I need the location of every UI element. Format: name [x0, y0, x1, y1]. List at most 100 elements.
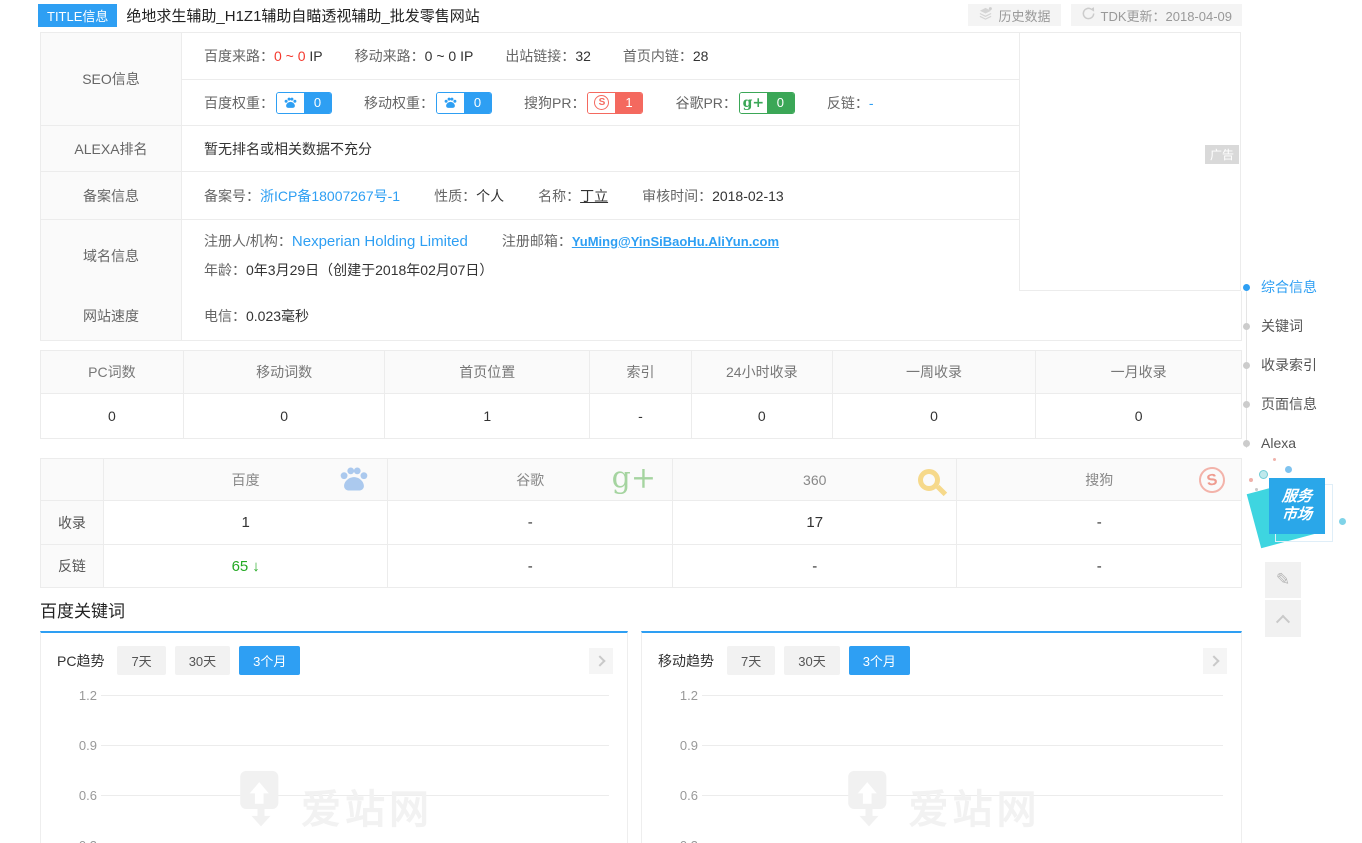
- stats-header: 首页位置: [385, 351, 590, 393]
- info-table: SEO信息 百度来路：0 ~ 0 IP 移动来路：0 ~ 0 IP 出站链接：3…: [40, 32, 1020, 291]
- include-sogou: -: [957, 501, 1241, 544]
- nav-item-label: Alexa: [1261, 435, 1296, 451]
- stats-value: 0: [692, 394, 833, 438]
- engines-table: 百度 谷歌 g+ 360 搜狗 S 收录 1 - 17 -: [40, 458, 1242, 588]
- registrant-label: 注册人/机构：: [204, 231, 292, 251]
- trend-charts-section: PC趋势 7天 30天 3个月 1.2 0.9 0.6 0.3 爱站网 移动趋势…: [40, 631, 1242, 843]
- engine-name: 谷歌: [516, 470, 544, 490]
- y-tick-label: 0.3: [672, 838, 698, 843]
- ad-tag: 广告: [1205, 145, 1239, 164]
- include-baidu: 1: [104, 501, 389, 544]
- pc-panel-next-button[interactable]: [589, 648, 613, 674]
- refresh-icon: [1081, 6, 1096, 24]
- nav-item-overview[interactable]: 综合信息: [1243, 276, 1317, 298]
- sogou-pr-badge[interactable]: S 1: [587, 92, 643, 114]
- mobile-tab-3m[interactable]: 3个月: [849, 646, 910, 675]
- icp-name-link[interactable]: 丁立: [580, 186, 608, 206]
- nav-item-index[interactable]: 收录索引: [1243, 354, 1317, 376]
- backlink-google: -: [388, 545, 673, 587]
- sogou-icon: S: [1197, 465, 1226, 494]
- stats-header: PC词数: [41, 351, 184, 393]
- tdk-update-button[interactable]: TDK更新：2018-04-09: [1071, 4, 1243, 26]
- mobile-tab-30d[interactable]: 30天: [784, 646, 839, 675]
- bullet-icon: [1243, 362, 1250, 369]
- backlink-baidu: 65 ↓: [104, 545, 389, 587]
- engine-header-360: 360: [673, 459, 958, 500]
- icp-row: 备案信息 备案号：浙ICP备18007267号-1 性质：个人 名称：丁立 审核…: [41, 172, 1019, 220]
- age-value: 0年3月29日（创建于2018年02月07日）: [246, 260, 493, 280]
- bullet-icon: [1243, 284, 1250, 291]
- baidu-paw-icon: [337, 461, 371, 498]
- nav-item-label: 综合信息: [1261, 277, 1317, 297]
- pc-trend-title: PC趋势: [57, 651, 104, 671]
- stats-value: 0: [833, 394, 1037, 438]
- aizhan-logo-icon: [235, 765, 287, 832]
- icp-label: 备案信息: [41, 172, 182, 219]
- stats-header-row: PC词数 移动词数 首页位置 索引 24小时收录 一周收录 一月收录: [41, 351, 1241, 394]
- ad-placeholder: 广告: [1019, 32, 1241, 291]
- seo-weight-subrow: 百度权重： 0 移动权重： 0 搜狗PR：: [182, 79, 1019, 125]
- pc-trend-panel: PC趋势 7天 30天 3个月 1.2 0.9 0.6 0.3 爱站网: [40, 631, 628, 843]
- y-tick-label: 0.9: [672, 738, 698, 753]
- bullet-icon: [1243, 440, 1250, 447]
- header-actions: 历史数据 TDK更新：2018-04-09: [968, 4, 1242, 26]
- pc-tab-7d[interactable]: 7天: [117, 646, 165, 675]
- service-badge-front-square: 服务 市场: [1269, 478, 1325, 534]
- google-plus-icon: g+: [612, 460, 656, 495]
- watermark-text: 爱站网: [909, 777, 1041, 835]
- y-tick-label: 1.2: [672, 688, 698, 703]
- engine-name: 360: [803, 472, 826, 488]
- pc-tab-3m[interactable]: 3个月: [239, 646, 300, 675]
- mobile-weight-label: 移动权重：: [364, 93, 434, 113]
- back-to-top-button[interactable]: [1265, 600, 1301, 637]
- stats-value: 0: [1036, 394, 1241, 438]
- include-row-label: 收录: [41, 501, 104, 544]
- baidu-paw-icon: [277, 93, 304, 113]
- baidu-keywords-heading: 百度关键词: [40, 597, 125, 622]
- backlink-sogou: -: [957, 545, 1241, 587]
- pc-tab-30d[interactable]: 30天: [175, 646, 230, 675]
- baidu-traffic-label: 百度来路：: [204, 46, 274, 66]
- baidu-weight-badge[interactable]: 0: [276, 92, 332, 114]
- registrant-link[interactable]: Nexperian Holding Limited: [292, 233, 468, 250]
- nav-item-keywords[interactable]: 关键词: [1243, 315, 1317, 337]
- alexa-value: 暂无排名或相关数据不充分: [182, 126, 1019, 171]
- icp-audit-value: 2018-02-13: [712, 188, 784, 204]
- seo-info-label: SEO信息: [41, 33, 182, 125]
- 360-search-icon-handle: [936, 485, 947, 496]
- seo-traffic-subrow: 百度来路：0 ~ 0 IP 移动来路：0 ~ 0 IP 出站链接：32 首页内链…: [182, 33, 1019, 79]
- mobile-weight-badge[interactable]: 0: [436, 92, 492, 114]
- nav-item-alexa[interactable]: Alexa: [1243, 432, 1317, 454]
- include-360: 17: [673, 501, 958, 544]
- y-tick-label: 1.2: [71, 688, 97, 703]
- stats-value: -: [590, 394, 692, 438]
- mobile-trend-title: 移动趋势: [658, 651, 714, 671]
- engines-include-row: 收录 1 - 17 -: [41, 501, 1241, 544]
- stats-value-row: 0 0 1 - 0 0 0: [41, 394, 1241, 438]
- engines-header-row: 百度 谷歌 g+ 360 搜狗 S: [41, 459, 1241, 501]
- engines-corner-cell: [41, 459, 104, 500]
- domain-row: 域名信息 注册人/机构：Nexperian Holding Limited 注册…: [41, 220, 1019, 291]
- chevron-right-icon: [594, 655, 605, 666]
- service-badge-text-line1: 服务: [1281, 488, 1313, 506]
- watermark: 爱站网: [642, 765, 1241, 835]
- icp-number-link[interactable]: 浙ICP备18007267号-1: [260, 186, 400, 206]
- mobile-panel-next-button[interactable]: [1203, 648, 1227, 674]
- google-pr-badge[interactable]: g+ 0: [739, 92, 795, 114]
- chevron-up-icon: [1276, 614, 1290, 628]
- service-market-badge[interactable]: 服务 市场: [1245, 452, 1355, 557]
- decor-dot: [1285, 466, 1292, 473]
- mobile-paw-icon: [437, 93, 464, 113]
- decor-dot: [1273, 458, 1276, 461]
- baidu-traffic-value: 0 ~ 0: [274, 48, 306, 64]
- backlink-value: -: [869, 95, 874, 111]
- title-badge: TITLE信息: [38, 4, 117, 27]
- history-data-button[interactable]: 历史数据: [968, 4, 1060, 26]
- mobile-tab-7d[interactable]: 7天: [727, 646, 775, 675]
- nav-item-label: 收录索引: [1261, 355, 1317, 375]
- stats-header: 24小时收录: [692, 351, 833, 393]
- stats-value: 1: [385, 394, 590, 438]
- email-link[interactable]: YuMing@YinSiBaoHu.AliYun.com: [572, 234, 779, 249]
- feedback-pencil-button[interactable]: ✎: [1265, 562, 1301, 598]
- nav-item-pageinfo[interactable]: 页面信息: [1243, 393, 1317, 415]
